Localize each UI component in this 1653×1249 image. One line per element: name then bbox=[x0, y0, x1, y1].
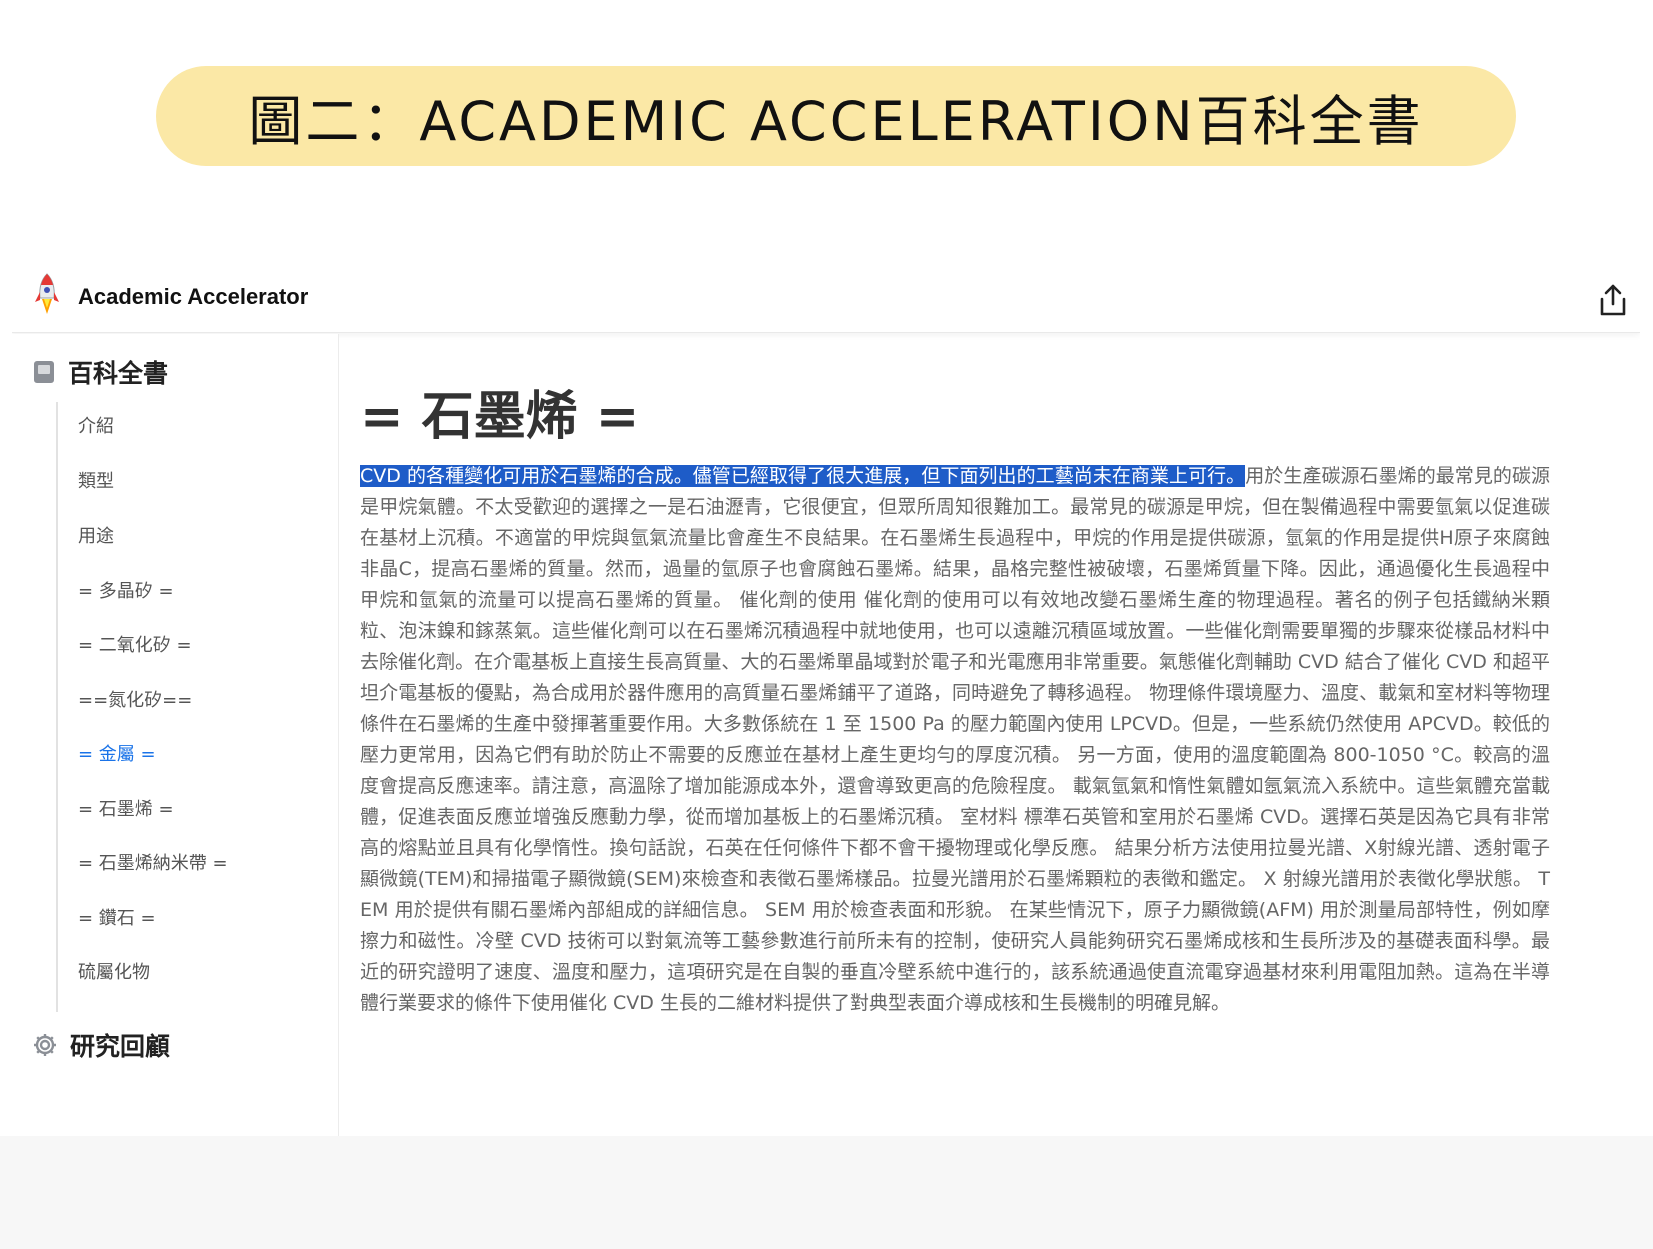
sidebar-item-types[interactable]: 類型 bbox=[78, 467, 114, 493]
sidebar: 百科全書 介紹 類型 用途 = 多晶矽 = = 二氧化矽 = ==氮化矽== =… bbox=[12, 334, 339, 1136]
sidebar-item-polysilicon[interactable]: = 多晶矽 = bbox=[78, 577, 174, 603]
sidebar-header[interactable]: 百科全書 bbox=[34, 354, 168, 390]
sidebar-item-graphene[interactable]: = 石墨烯 = bbox=[78, 795, 174, 821]
sidebar-footer[interactable]: 研究回顧 bbox=[32, 1027, 170, 1063]
figure-title: 圖二：ACADEMIC ACCELERATION百科全書 bbox=[248, 89, 1424, 153]
nav-tree-line bbox=[56, 402, 58, 1012]
share-icon[interactable] bbox=[1596, 282, 1630, 318]
article-text: 用於生產碳源石墨烯的最常見的碳源是甲烷氣體。不太受歡迎的選擇之一是石油瀝青，它很… bbox=[360, 465, 1550, 1014]
sidebar-item-silicon-dioxide[interactable]: = 二氧化矽 = bbox=[78, 631, 192, 657]
app-name[interactable]: Academic Accelerator bbox=[78, 284, 308, 310]
sidebar-footer-label: 研究回顧 bbox=[70, 1032, 171, 1061]
selected-text[interactable]: CVD 的各種變化可用於石墨烯的合成。儘管已經取得了很大進展，但下面列出的工藝尚… bbox=[360, 465, 1246, 487]
sidebar-item-intro[interactable]: 介紹 bbox=[78, 412, 114, 438]
gear-icon bbox=[34, 1034, 56, 1056]
book-icon bbox=[34, 361, 54, 383]
sidebar-item-metal[interactable]: = 金屬 = bbox=[78, 740, 156, 766]
sidebar-item-silicon-nitride[interactable]: ==氮化矽== bbox=[78, 686, 192, 712]
main-content: = 石墨烯 = CVD 的各種變化可用於石墨烯的合成。儘管已經取得了很大進展，但… bbox=[360, 334, 1630, 1136]
sidebar-item-chalcogenide[interactable]: 硫屬化物 bbox=[78, 958, 150, 984]
top-bar: Academic Accelerator bbox=[12, 262, 1640, 333]
sidebar-item-diamond[interactable]: = 鑽石 = bbox=[78, 904, 156, 930]
rocket-icon[interactable] bbox=[32, 272, 62, 322]
app-screenshot: Academic Accelerator 百科全書 介紹 類型 用途 = 多晶矽… bbox=[12, 262, 1640, 1136]
sidebar-header-label: 百科全書 bbox=[68, 359, 169, 388]
figure-title-banner: 圖二：ACADEMIC ACCELERATION百科全書 bbox=[156, 66, 1516, 166]
article-body: CVD 的各種變化可用於石墨烯的合成。儘管已經取得了很大進展，但下面列出的工藝尚… bbox=[360, 461, 1550, 1019]
bottom-margin bbox=[0, 1136, 1653, 1249]
sidebar-item-uses[interactable]: 用途 bbox=[78, 522, 114, 548]
article-heading: = 石墨烯 = bbox=[360, 387, 640, 447]
sidebar-item-graphene-nanoribbon[interactable]: = 石墨烯納米帶 = bbox=[78, 849, 228, 875]
